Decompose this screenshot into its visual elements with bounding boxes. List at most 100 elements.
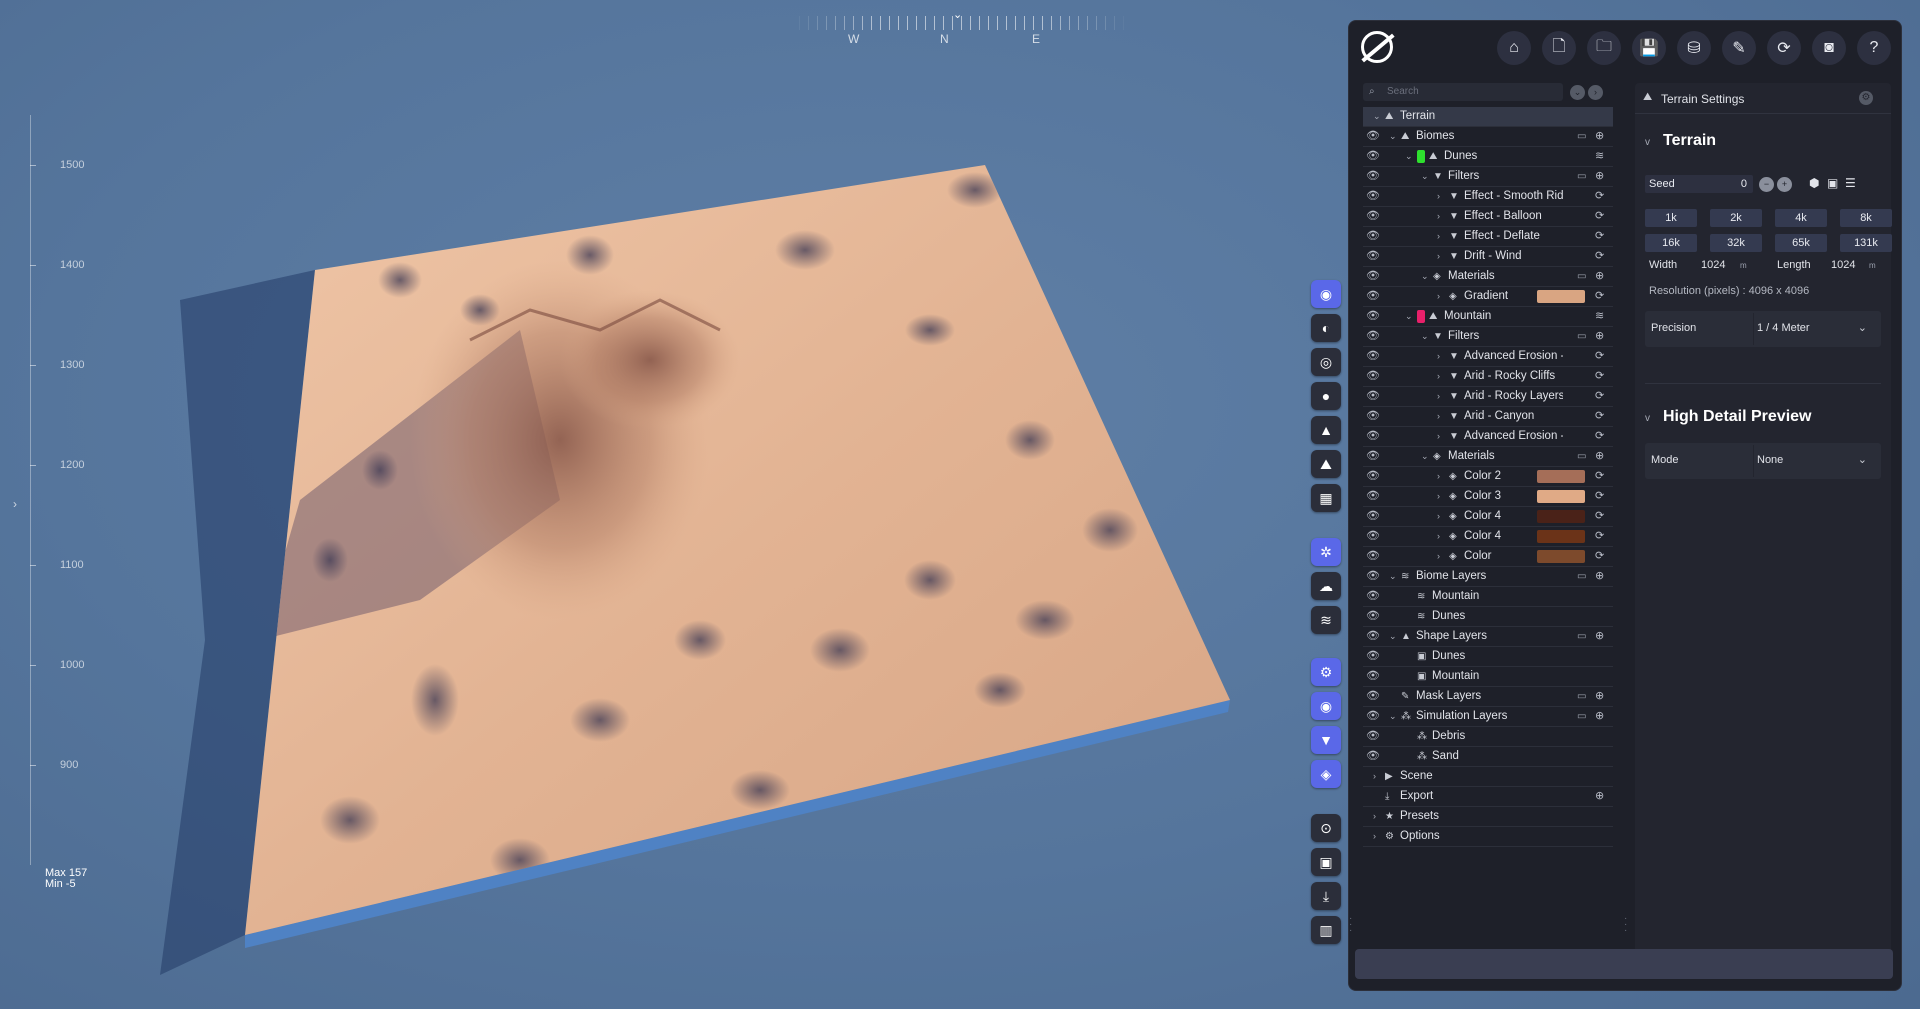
terrain-section-title[interactable]: Terrain: [1663, 132, 1716, 150]
seed-field[interactable]: Seed 0: [1645, 175, 1753, 193]
folder-icon[interactable]: ▭: [1577, 267, 1586, 286]
chevron-right-icon[interactable]: ›: [1437, 407, 1440, 426]
folder-icon[interactable]: ▭: [1577, 167, 1586, 186]
chevron-down-icon[interactable]: ⌄: [1389, 127, 1397, 146]
tool-button-4[interactable]: ●: [1311, 382, 1341, 410]
color-swatch[interactable]: [1537, 490, 1585, 503]
eye-icon[interactable]: 👁: [1366, 687, 1380, 706]
eye-icon[interactable]: 👁: [1366, 187, 1380, 206]
refresh-icon[interactable]: ⟳: [1595, 387, 1604, 406]
tree-row[interactable]: ⤓ Export ⊕: [1363, 787, 1613, 807]
chevron-down-icon[interactable]: ⌄: [1421, 267, 1429, 286]
eye-icon[interactable]: 👁: [1366, 747, 1380, 766]
dice-icon[interactable]: ⬢: [1809, 176, 1819, 190]
chevron-down-icon[interactable]: ⌄: [1389, 707, 1397, 726]
tree-row[interactable]: 👁 ⁂ Debris: [1363, 727, 1613, 747]
tree-row[interactable]: › ▶ Scene: [1363, 767, 1613, 787]
chevron-right-icon[interactable]: ›: [1373, 767, 1376, 786]
eye-icon[interactable]: 👁: [1366, 127, 1380, 146]
tool-button-14[interactable]: ◈: [1311, 760, 1341, 788]
chevron-right-icon[interactable]: ›: [1437, 247, 1440, 266]
tool-button-2[interactable]: ◐: [1311, 314, 1341, 342]
resolution-button-2k[interactable]: 2k: [1710, 209, 1762, 227]
tree-row[interactable]: 👁 ⌄ ◈ Materials ▭ ⊕: [1363, 447, 1613, 467]
folder-icon[interactable]: ▭: [1577, 687, 1586, 706]
tool-button-17[interactable]: ⤓: [1311, 882, 1341, 910]
tree-row[interactable]: 👁 › ▼ Advanced Erosion - Sr ⟳: [1363, 427, 1613, 447]
refresh-icon[interactable]: ⟳: [1595, 467, 1604, 486]
chevron-right-icon[interactable]: ›: [1437, 487, 1440, 506]
eye-icon[interactable]: 👁: [1366, 387, 1380, 406]
add-icon[interactable]: ⊕: [1595, 167, 1604, 186]
tool-button-7[interactable]: ▦: [1311, 484, 1341, 512]
length-value[interactable]: 1024: [1831, 259, 1855, 271]
refresh-icon[interactable]: ⟳: [1595, 487, 1604, 506]
refresh-icon[interactable]: ⟳: [1595, 247, 1604, 266]
seed-increment-button[interactable]: +: [1777, 177, 1792, 192]
color-swatch[interactable]: [1537, 470, 1585, 483]
eye-icon[interactable]: 👁: [1366, 207, 1380, 226]
eye-icon[interactable]: 👁: [1366, 547, 1380, 566]
tool-button-11[interactable]: ⚙: [1311, 658, 1341, 686]
refresh-button[interactable]: ⟳: [1767, 31, 1801, 65]
tree-row[interactable]: 👁 ⌄ ⛰ Dunes ≋: [1363, 147, 1613, 167]
tree-row[interactable]: 👁 › ◈ Color 2 ⟳: [1363, 467, 1613, 487]
tool-button-15[interactable]: ⊙: [1311, 814, 1341, 842]
tree-row[interactable]: 👁 ⌄ ▲ Shape Layers ▭ ⊕: [1363, 627, 1613, 647]
folder-icon[interactable]: ▭: [1577, 707, 1586, 726]
terrain-render[interactable]: [0, 0, 1340, 1009]
refresh-icon[interactable]: ⟳: [1595, 227, 1604, 246]
tree-row[interactable]: 👁 › ◈ Color ⟳: [1363, 547, 1613, 567]
eye-icon[interactable]: 👁: [1366, 647, 1380, 666]
color-swatch[interactable]: [1537, 530, 1585, 543]
color-swatch[interactable]: [1537, 550, 1585, 563]
refresh-icon[interactable]: ⟳: [1595, 347, 1604, 366]
refresh-icon[interactable]: ⟳: [1595, 427, 1604, 446]
layers-icon[interactable]: ≋: [1595, 147, 1604, 166]
eye-icon[interactable]: 👁: [1366, 567, 1380, 586]
tool-button-6[interactable]: ⛰: [1311, 450, 1341, 478]
tree-row[interactable]: › ⚙ Options: [1363, 827, 1613, 847]
chevron-down-icon[interactable]: ⌄: [1389, 567, 1397, 586]
tree-row[interactable]: 👁 › ◈ Gradient ⟳: [1363, 287, 1613, 307]
tree-row[interactable]: 👁 ⌄ ▼ Filters ▭ ⊕: [1363, 327, 1613, 347]
tool-button-16[interactable]: ▣: [1311, 848, 1341, 876]
tree-row[interactable]: 👁 › ▼ Effect - Balloon ⟳: [1363, 207, 1613, 227]
tree-row[interactable]: 👁 › ▼ Advanced Erosion - W ⟳: [1363, 347, 1613, 367]
hdp-section-chevron-icon[interactable]: v: [1645, 413, 1650, 424]
hdp-section-title[interactable]: High Detail Preview: [1663, 408, 1812, 426]
tree-row[interactable]: 👁 › ◈ Color 4 ⟳: [1363, 507, 1613, 527]
open-folder-button[interactable]: 🗀: [1587, 31, 1621, 65]
refresh-icon[interactable]: ⟳: [1595, 367, 1604, 386]
tool-button-9[interactable]: ☁: [1311, 572, 1341, 600]
eye-icon[interactable]: 👁: [1366, 587, 1380, 606]
chevron-down-icon[interactable]: ⌄: [1405, 307, 1413, 326]
stack-icon[interactable]: ☰: [1845, 176, 1856, 190]
folder-icon[interactable]: ▭: [1577, 567, 1586, 586]
save-as-button[interactable]: ⛁: [1677, 31, 1711, 65]
tool-button-1[interactable]: ◉: [1311, 280, 1341, 308]
chevron-down-icon[interactable]: ⌄: [1389, 627, 1397, 646]
eye-icon[interactable]: 👁: [1366, 287, 1380, 306]
tree-row[interactable]: 👁 ✎ Mask Layers ▭ ⊕: [1363, 687, 1613, 707]
eye-icon[interactable]: 👁: [1366, 247, 1380, 266]
tree-row[interactable]: 👁 › ▼ Effect - Deflate ⟳: [1363, 227, 1613, 247]
chevron-right-icon[interactable]: ›: [1437, 347, 1440, 366]
3d-viewport[interactable]: ⌄ W N E 1500 1400 1300 1200 1100 1000 900 Max …: [0, 0, 1340, 1009]
chevron-right-icon[interactable]: ›: [1437, 467, 1440, 486]
color-swatch[interactable]: [1537, 290, 1585, 303]
chevron-right-icon[interactable]: ›: [1437, 527, 1440, 546]
save-button[interactable]: 💾: [1632, 31, 1666, 65]
tree-row[interactable]: 👁 › ▼ Drift - Wind ⟳: [1363, 247, 1613, 267]
chevron-right-icon[interactable]: ›: [1437, 207, 1440, 226]
chevron-down-icon[interactable]: ⌄: [1373, 107, 1381, 126]
chevron-right-icon[interactable]: ›: [1437, 287, 1440, 306]
resolution-button-16k[interactable]: 16k: [1645, 234, 1697, 252]
seed-decrement-button[interactable]: −: [1759, 177, 1774, 192]
tool-button-13[interactable]: ▼: [1311, 726, 1341, 754]
tree-row[interactable]: ⌄ ⛰ Terrain: [1363, 107, 1613, 127]
eye-icon[interactable]: 👁: [1366, 667, 1380, 686]
tree-row[interactable]: 👁 ⌄ ⁂ Simulation Layers ▭ ⊕: [1363, 707, 1613, 727]
refresh-icon[interactable]: ⟳: [1595, 507, 1604, 526]
new-file-button[interactable]: 🗋: [1542, 31, 1576, 65]
